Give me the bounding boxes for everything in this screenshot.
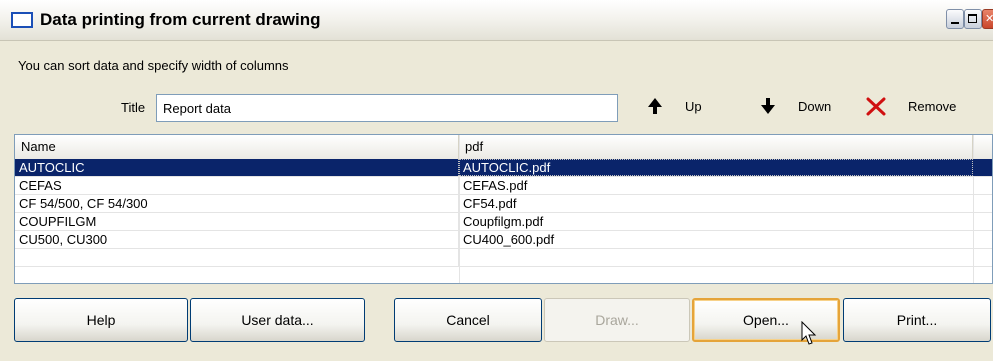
cell-empty [15,249,459,266]
table-row[interactable]: CEFAS CEFAS.pdf [15,177,992,195]
cell-pdf[interactable]: AUTOCLIC.pdf [459,159,973,176]
arrow-down-icon [761,98,775,114]
dialog-window: Data printing from current drawing You c… [0,0,993,361]
red-x-icon [866,97,886,116]
remove-label: Remove [908,98,957,114]
cell-name[interactable]: CU500, CU300 [15,231,459,248]
cell-empty [459,249,973,266]
up-button[interactable]: Up [647,94,702,118]
cell-name[interactable]: CF 54/500, CF 54/300 [15,195,459,212]
user-data-button[interactable]: User data... [190,298,365,342]
column-header-pdf[interactable]: pdf [459,135,973,159]
mouse-cursor-icon [801,321,817,345]
table-row[interactable]: CF 54/500, CF 54/300 CF54.pdf [15,195,992,213]
up-label: Up [685,98,702,114]
cell-pdf[interactable]: CEFAS.pdf [459,177,973,194]
minimize-button[interactable] [946,9,964,29]
help-button[interactable]: Help [14,298,188,342]
down-button[interactable]: Down [760,94,831,118]
cell-name[interactable]: AUTOCLIC [15,159,459,176]
grid-header: Name pdf [15,135,992,160]
instruction-text: You can sort data and specify width of c… [18,58,289,73]
cell-pdf[interactable]: CU400_600.pdf [459,231,973,248]
cancel-button[interactable]: Cancel [394,298,542,342]
arrow-up-icon [648,98,662,114]
print-button[interactable]: Print... [843,298,991,342]
column-header-name[interactable]: Name [15,135,459,159]
maximize-button[interactable] [964,9,982,29]
table-row-empty[interactable] [15,249,992,267]
table-row[interactable]: COUPFILGM Coupfilgm.pdf [15,213,992,231]
data-grid[interactable]: Name pdf AUTOCLIC AUTOCLIC.pdf CEFAS CEF… [14,134,993,284]
title-bar[interactable]: Data printing from current drawing [0,0,993,41]
draw-button[interactable]: Draw... [544,298,690,342]
remove-button[interactable]: Remove [866,94,956,118]
title-label: Title [121,100,146,115]
window-title: Data printing from current drawing [40,10,321,29]
cell-name[interactable]: COUPFILGM [15,213,459,230]
title-input[interactable] [156,94,618,122]
table-row[interactable]: AUTOCLIC AUTOCLIC.pdf [15,159,992,177]
column-header-spacer [973,135,992,159]
table-row[interactable]: CU500, CU300 CU400_600.pdf [15,231,992,249]
cell-pdf[interactable]: Coupfilgm.pdf [459,213,973,230]
down-label: Down [798,98,832,114]
cell-pdf[interactable]: CF54.pdf [459,195,973,212]
cell-name[interactable]: CEFAS [15,177,459,194]
window-icon [11,12,33,28]
close-button[interactable] [982,9,993,29]
